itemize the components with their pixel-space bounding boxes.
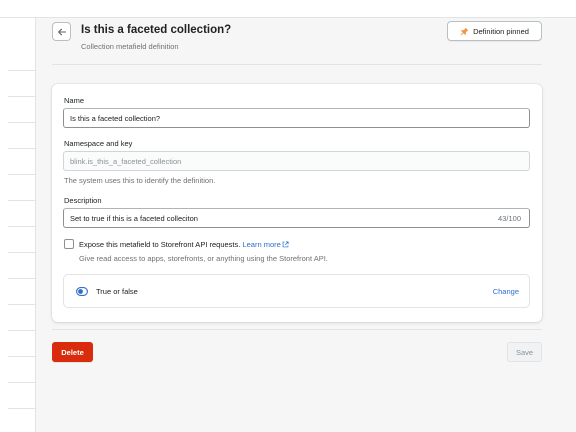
page-subtitle: Collection metafield definition	[81, 42, 179, 51]
sidebar-divider	[8, 252, 36, 253]
sidebar-divider	[8, 122, 36, 123]
definition-card: Name Is this a faceted collection? Names…	[52, 84, 542, 322]
sidebar-divider	[8, 330, 36, 331]
sidebar-divider	[8, 356, 36, 357]
save-button[interactable]: Save	[507, 342, 542, 362]
page-header: Is this a faceted collection? Collection…	[52, 18, 542, 66]
sidebar	[0, 18, 36, 432]
sidebar-divider	[8, 408, 36, 409]
learn-more-text: Learn more	[242, 240, 281, 249]
name-input-value: Is this a faceted collection?	[70, 113, 161, 123]
description-input-value: Set to true if this is a faceted colleci…	[70, 213, 198, 223]
sidebar-divider	[8, 200, 36, 201]
definition-pinned-button[interactable]: Definition pinned	[447, 21, 542, 41]
description-label: Description	[64, 196, 102, 205]
pin-button-label: Definition pinned	[473, 26, 529, 36]
sidebar-divider	[8, 226, 36, 227]
namespace-input: blink.is_this_a_faceted_collection	[63, 151, 530, 171]
pin-icon	[460, 27, 469, 35]
character-count: 43/100	[498, 214, 521, 223]
sidebar-divider	[8, 174, 36, 175]
footer-divider	[52, 329, 542, 330]
arrow-left-icon	[57, 28, 66, 35]
sidebar-divider	[8, 148, 36, 149]
sidebar-divider	[8, 382, 36, 383]
namespace-label: Namespace and key	[64, 139, 133, 148]
name-input[interactable]: Is this a faceted collection?	[63, 108, 530, 128]
sidebar-divider	[8, 96, 36, 97]
storefront-api-label: Expose this metafield to Storefront API …	[79, 240, 289, 249]
type-label: True or false	[96, 287, 138, 296]
description-input[interactable]: Set to true if this is a faceted colleci…	[63, 208, 530, 228]
back-button[interactable]	[52, 22, 71, 41]
name-label: Name	[64, 96, 85, 105]
storefront-api-checkbox[interactable]	[64, 239, 74, 249]
page-title: Is this a faceted collection?	[81, 24, 232, 36]
top-bar	[0, 0, 576, 18]
sidebar-divider	[8, 278, 36, 279]
change-type-button[interactable]: Change	[493, 287, 519, 296]
external-link-icon	[282, 241, 289, 248]
toggle-icon	[76, 287, 88, 296]
sidebar-divider	[8, 304, 36, 305]
type-selector: True or false Change	[63, 274, 530, 308]
delete-button[interactable]: Delete	[52, 342, 93, 362]
learn-more-link[interactable]: Learn more	[242, 240, 289, 249]
sidebar-divider	[8, 70, 36, 71]
header-divider	[52, 64, 542, 65]
storefront-api-label-text: Expose this metafield to Storefront API …	[79, 240, 241, 249]
namespace-help-text: The system uses this to identify the def…	[64, 176, 216, 185]
storefront-api-help-text: Give read access to apps, storefronts, o…	[79, 254, 328, 263]
namespace-input-value: blink.is_this_a_faceted_collection	[70, 156, 182, 166]
